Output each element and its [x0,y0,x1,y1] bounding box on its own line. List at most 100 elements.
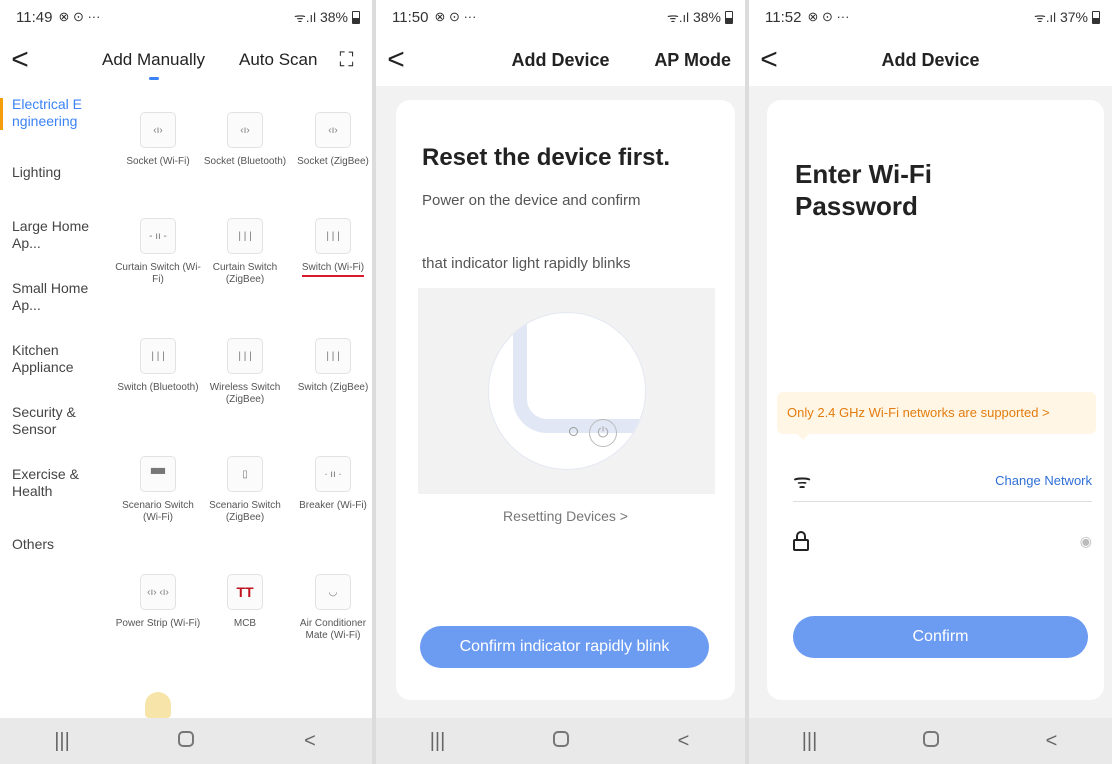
recents-icon[interactable]: ||| [780,730,840,753]
back-arrow-icon[interactable]: < [376,45,416,75]
back-arrow-icon[interactable]: < [0,45,40,75]
device-label: Air Conditioner Mate (Wi-Fi) [299,618,367,641]
password-row[interactable]: ◉ [793,520,1092,562]
device-tile[interactable]: | | | Wireless Switch (ZigBee) [201,338,289,406]
device-tile[interactable]: ‹ı› Socket (ZigBee) [289,112,372,168]
device-label: Power Strip (Wi-Fi) [115,618,201,629]
signal-icon: ᯤ.ıl [666,10,689,25]
device-tile[interactable]: ‹ı› ‹ı› Power Strip (Wi-Fi) [114,574,202,630]
device-tile[interactable]: ‹ı› Socket (Bluetooth) [201,112,289,168]
back-arrow-icon[interactable]: < [749,45,789,75]
device-tile[interactable]: | | | Switch (ZigBee) [289,338,372,394]
recents-icon[interactable]: ||| [32,730,92,753]
device-label: Switch (Bluetooth) [117,382,199,393]
device-tile[interactable]: TT MCB [201,574,289,630]
device-label: Scenario Switch (ZigBee) [209,500,281,523]
scenario-switch-icon: ▯ [227,456,263,492]
device-tile[interactable]: - ıı - Curtain Switch (Wi-Fi) [114,218,202,286]
notification-icons: ⊗ ⊙ ··· [807,9,850,24]
device-tile[interactable]: ◡ Air Conditioner Mate (Wi-Fi) [289,574,372,642]
socket-icon: ‹ı› [140,112,176,148]
device-label: Socket (ZigBee) [297,156,369,167]
instruction-line-2: that indicator light rapidly blinks [422,255,631,272]
page-title: Add Device [881,49,980,70]
device-label: Socket (Wi-Fi) [126,156,190,167]
air-conditioner-icon: ◡ [315,574,351,610]
device-tile[interactable]: | | | Switch (Wi-Fi) [289,218,372,277]
device-tile[interactable]: ▯ Scenario Switch (ZigBee) [201,456,289,524]
screen-reset-device: 11:50 ⊗ ⊙ ··· ᯤ.ıl 38% < Add Device AP M… [376,0,745,764]
switch-icon: | | | [315,218,351,254]
wifi-notice[interactable]: Only 2.4 GHz Wi-Fi networks are supporte… [777,392,1096,440]
socket-icon: ‹ı› [227,112,263,148]
device-label: MCB [233,618,257,629]
system-back-icon[interactable]: < [280,730,340,753]
system-nav-bar: ||| < [0,718,372,764]
recents-icon[interactable]: ||| [408,730,468,753]
confirm-button[interactable]: Confirm [793,616,1088,658]
sidebar-item-lighting[interactable]: Lighting [0,164,100,181]
status-bar: 11:49 ⊗ ⊙ ··· ᯤ.ıl 38% [0,0,372,34]
tab-add-manually[interactable]: Add Manually [102,50,205,80]
battery-percent: 37% [1059,9,1088,25]
battery-icon [352,10,360,24]
device-tile[interactable]: ‹ı› Socket (Wi-Fi) [114,112,202,168]
power-icon: ⏻ [589,419,617,447]
reset-card: Reset the device first. Power on the dev… [396,100,735,700]
system-back-icon[interactable]: < [654,730,714,753]
device-tile[interactable]: | | | Curtain Switch (ZigBee) [201,218,289,286]
curtain-switch-icon: - ıı - [140,218,176,254]
sidebar-item-others[interactable]: Others [0,536,100,553]
indicator-light [569,427,578,436]
category-sidebar: Electrical E ngineering Lighting Large H… [0,86,104,718]
device-label: Switch (ZigBee) [297,382,369,393]
device-tile[interactable]: | | | Switch (Bluetooth) [114,338,202,394]
device-tile-partial[interactable] [114,692,202,718]
sidebar-item-electrical[interactable]: Electrical E ngineering [0,96,100,130]
device-label-selected: Switch (Wi-Fi) [301,262,365,277]
socket-icon: ‹ı› [315,112,351,148]
confirm-blink-button[interactable]: Confirm indicator rapidly blink [420,626,709,668]
top-nav: < Add Device [749,34,1112,86]
device-label: Socket (Bluetooth) [203,156,287,167]
sidebar-item-security[interactable]: Security & Sensor [0,404,100,438]
status-bar: 11:50 ⊗ ⊙ ··· ᯤ.ıl 38% [376,0,745,34]
lamp-icon [145,692,171,718]
device-grid: ‹ı› Socket (Wi-Fi) ‹ı› Socket (Bluetooth) … [104,86,372,718]
sidebar-item-large-home[interactable]: Large Home Ap... [0,218,100,252]
tab-auto-scan[interactable]: Auto Scan [239,50,317,70]
device-illustration: ⏻ [418,288,715,494]
ap-mode-button[interactable]: AP Mode [654,50,731,71]
signal-icon: ᯤ.ıl [1033,10,1056,25]
switch-icon: | | | [315,338,351,374]
sidebar-item-exercise[interactable]: Exercise & Health [0,466,100,500]
change-network-link[interactable]: Change Network [995,473,1092,488]
resetting-devices-link[interactable]: Resetting Devices > [396,508,735,524]
lock-icon [793,531,809,551]
battery-icon [725,10,733,24]
reset-heading: Reset the device first. [422,144,671,171]
system-nav-bar: ||| < [376,718,745,764]
system-back-icon[interactable]: < [1022,730,1082,753]
device-tile[interactable]: ▀▀ Scenario Switch (Wi-Fi) [114,456,202,524]
home-icon[interactable] [531,730,591,753]
device-tile[interactable]: ∙ ıı ∙ Breaker (Wi-Fi) [289,456,372,512]
scan-icon[interactable]: ⛶ [339,49,353,72]
eye-icon[interactable]: ◉ [1080,533,1092,550]
status-bar: 11:52 ⊗ ⊙ ··· ᯤ.ıl 37% [749,0,1112,34]
top-nav: < Add Manually Auto Scan ⛶ [0,34,372,86]
network-row: ᯤ Change Network [793,460,1092,502]
home-icon[interactable] [156,730,216,753]
home-icon[interactable] [901,730,961,753]
instruction-line-1: Power on the device and confirm [422,192,641,209]
sidebar-item-kitchen[interactable]: Kitchen Appliance [0,342,100,376]
status-time: 11:49 [16,8,53,26]
signal-icon: ᯤ.ıl [293,10,316,25]
notification-icons: ⊗ ⊙ ··· [58,9,101,24]
sidebar-item-small-home[interactable]: Small Home Ap... [0,280,100,314]
notification-icons: ⊗ ⊙ ··· [434,9,477,24]
power-strip-icon: ‹ı› ‹ı› [140,574,176,610]
switch-icon: | | | [140,338,176,374]
wifi-heading: Enter Wi-Fi Password [795,159,932,221]
device-label: Curtain Switch (Wi-Fi) [115,262,201,285]
